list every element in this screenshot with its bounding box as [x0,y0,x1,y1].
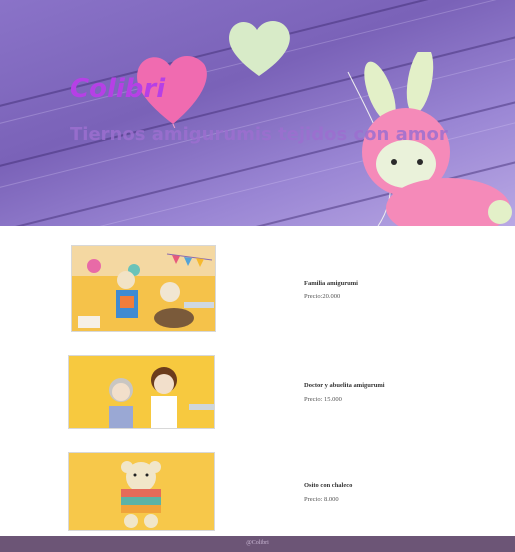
footer-text: @Colibri [246,540,269,546]
product-price: Precio:20.000 [304,293,341,300]
page-footer: @Colibri [0,536,515,552]
product-image[interactable] [71,245,216,332]
hero-banner: Colibri Tiernos amigurumis tejidos con a… [0,0,515,226]
product-card[interactable]: Familia amigurumi Precio:20.000 [0,240,515,340]
product-image[interactable] [68,355,215,429]
product-card[interactable]: Osito con chaleco Precio: 8.000 [0,448,515,533]
product-price: Precio: 15.000 [304,396,342,403]
green-heart-balloon-icon [229,21,290,76]
site-tagline: Tiernos amigurumis tejidos con amor [70,124,448,145]
product-name: Osito con chaleco [304,482,353,489]
product-card[interactable]: Doctor y abuelita amigurumi Precio: 15.0… [0,350,515,440]
product-name: Familia amigurumi [304,280,358,287]
product-name: Doctor y abuelita amigurumi [304,382,385,389]
product-price: Precio: 8.000 [304,496,339,503]
site-title: Colibri [70,74,166,104]
product-image[interactable] [68,452,215,531]
